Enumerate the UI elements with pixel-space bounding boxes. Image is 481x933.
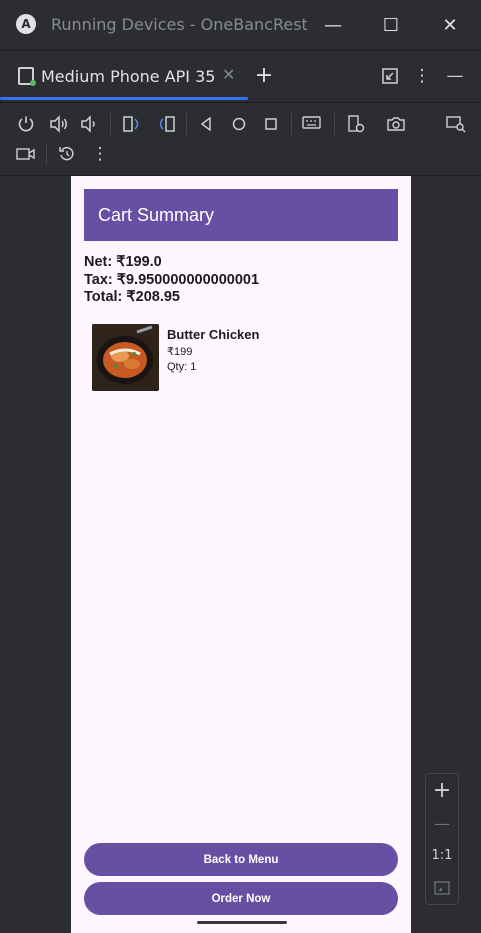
- food-image-icon: [92, 324, 159, 391]
- device-toolbar: ⋮: [0, 108, 481, 172]
- minimize-button[interactable]: —: [318, 10, 348, 40]
- reset-icon[interactable]: [55, 142, 79, 166]
- tab-bar: Medium Phone API 35 ✕ + ⋮ —: [0, 51, 481, 101]
- maximize-button[interactable]: ☐: [376, 10, 406, 40]
- page-title: Cart Summary: [98, 205, 215, 225]
- close-window-button[interactable]: ✕: [435, 10, 465, 40]
- back-to-menu-button[interactable]: Back to Menu: [84, 843, 398, 876]
- screen-record-icon[interactable]: [14, 142, 38, 166]
- volume-up-icon[interactable]: [47, 112, 71, 136]
- active-tab-indicator: [0, 97, 248, 100]
- overview-icon[interactable]: [259, 112, 283, 136]
- rotate-left-icon[interactable]: [120, 112, 144, 136]
- zoom-in-button[interactable]: +: [426, 776, 458, 804]
- net-amount: Net: ₹199.0: [84, 254, 162, 270]
- running-indicator-icon: [30, 80, 36, 86]
- phone-screen[interactable]: Cart Summary Net: ₹199.0 Tax: ₹9.9500000…: [71, 176, 411, 933]
- item-price: ₹199: [167, 346, 193, 358]
- app-top-bar: Cart Summary: [84, 189, 398, 241]
- toolbar-separator: [46, 143, 47, 165]
- more-options-icon[interactable]: ⋮: [410, 64, 434, 88]
- android-studio-logo-icon: A: [16, 14, 36, 34]
- fit-screen-icon[interactable]: [426, 874, 458, 902]
- detach-window-icon[interactable]: [378, 64, 402, 88]
- more-icon[interactable]: ⋮: [88, 142, 112, 166]
- tab-close-icon[interactable]: ✕: [222, 65, 235, 84]
- item-name: Butter Chicken: [167, 327, 260, 342]
- toolbar-separator: [334, 113, 335, 135]
- order-now-button[interactable]: Order Now: [84, 882, 398, 915]
- mirror-options-icon[interactable]: [444, 112, 468, 136]
- actual-size-button[interactable]: 1:1: [426, 841, 458, 869]
- toolbar-separator: [186, 113, 187, 135]
- power-icon[interactable]: [14, 112, 38, 136]
- hide-panel-icon[interactable]: —: [443, 64, 467, 88]
- zoom-out-button[interactable]: —: [426, 809, 458, 837]
- home-icon[interactable]: [227, 112, 251, 136]
- tab-label: Medium Phone API 35: [41, 67, 216, 86]
- status-bar: [71, 176, 411, 189]
- toolbar-separator: [110, 113, 111, 135]
- camera-icon[interactable]: [384, 112, 408, 136]
- cart-summary-totals: Net: ₹199.0 Tax: ₹9.950000000000001 Tota…: [84, 254, 259, 307]
- tab-medium-phone[interactable]: Medium Phone API 35 ✕: [0, 51, 248, 101]
- gesture-navigation-bar[interactable]: [197, 921, 287, 924]
- item-quantity: Qty: 1: [167, 361, 197, 373]
- total-amount: Total: ₹208.95: [84, 289, 180, 305]
- tabbar-divider: [0, 102, 481, 103]
- keyboard-icon[interactable]: [300, 112, 324, 136]
- device-settings-icon[interactable]: [344, 112, 368, 136]
- rotate-right-icon[interactable]: [154, 112, 178, 136]
- volume-down-icon[interactable]: [77, 112, 101, 136]
- toolbar-separator: [291, 113, 292, 135]
- back-icon[interactable]: [194, 112, 218, 136]
- tax-amount: Tax: ₹9.950000000000001: [84, 271, 260, 288]
- add-device-button[interactable]: +: [249, 60, 279, 90]
- cart-item: Butter Chicken ₹199 Qty: 1: [92, 324, 392, 392]
- zoom-controls: + — 1:1: [425, 773, 459, 905]
- window-title: Running Devices - OneBancResta: [51, 15, 307, 34]
- window-titlebar: A Running Devices - OneBancResta — ☐ ✕: [0, 0, 481, 50]
